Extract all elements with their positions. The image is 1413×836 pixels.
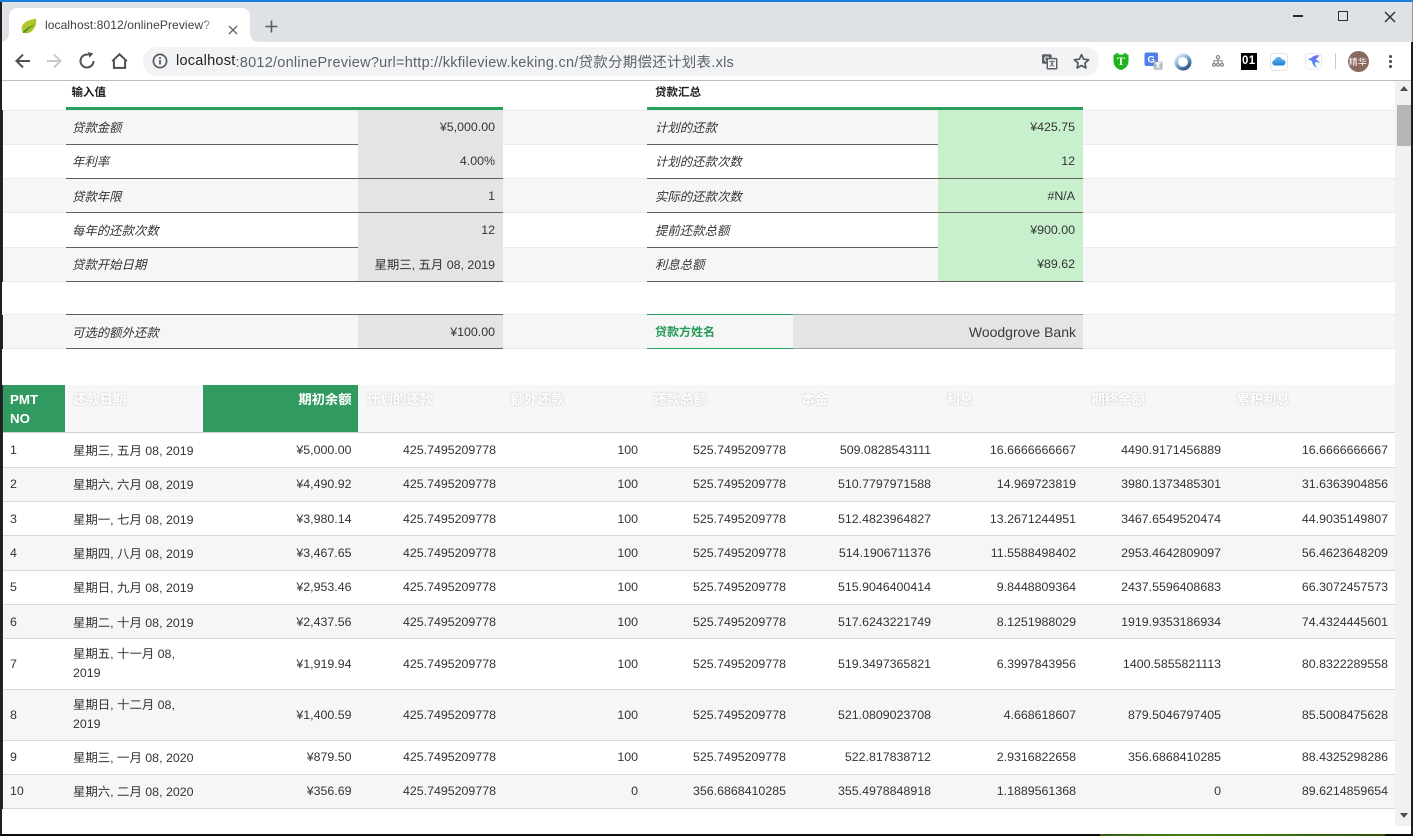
- svg-text:T: T: [1117, 56, 1125, 68]
